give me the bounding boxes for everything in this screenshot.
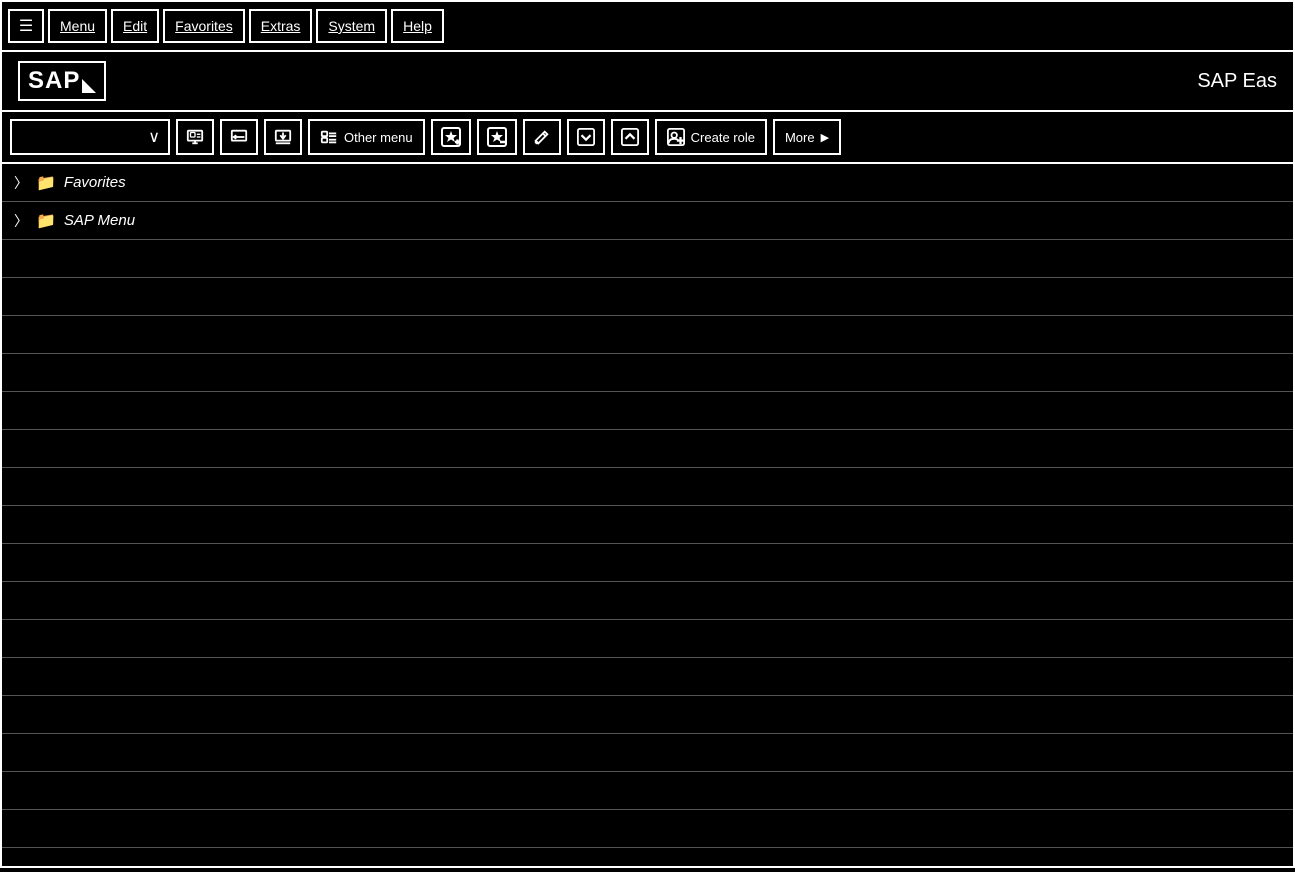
- content-area: 〉 📁 Favorites 〉 📁 SAP Menu: [0, 164, 1295, 868]
- sap-logo-triangle: [82, 79, 96, 93]
- other-menu-icon: [320, 128, 338, 146]
- empty-row: [2, 544, 1293, 582]
- move-up-button[interactable]: [611, 119, 649, 155]
- toolbar-dropdown[interactable]: ∨: [10, 119, 170, 155]
- expand-sap-menu-icon: 〉: [14, 211, 28, 231]
- sap-menu-label: SAP Menu: [64, 212, 135, 229]
- sap-menu-button[interactable]: [176, 119, 214, 155]
- menu-bar: ☰ Menu Edit Favorites Extras System Help: [0, 0, 1295, 52]
- other-menu-label: Other menu: [344, 130, 413, 145]
- chevron-down-icon: [577, 128, 595, 146]
- menu-item-menu[interactable]: Menu: [48, 9, 107, 43]
- more-arrow-icon: ▶: [821, 131, 829, 144]
- empty-row: [2, 430, 1293, 468]
- tree-item-sap-menu[interactable]: 〉 📁 SAP Menu: [2, 202, 1293, 240]
- edit-button[interactable]: [523, 119, 561, 155]
- chevron-down-icon: ∨: [148, 127, 160, 147]
- empty-row: [2, 658, 1293, 696]
- load-button[interactable]: [264, 119, 302, 155]
- create-role-icon: [667, 128, 685, 146]
- favorites-label: Favorites: [64, 174, 126, 191]
- sap-header: SAP SAP Eas: [0, 52, 1295, 112]
- more-button[interactable]: More ▶: [773, 119, 841, 155]
- download-icon: [274, 128, 292, 146]
- pencil-icon: [533, 128, 551, 146]
- folder-favorites-icon: 📁: [36, 173, 56, 193]
- empty-row: [2, 810, 1293, 848]
- empty-row: [2, 772, 1293, 810]
- hamburger-icon: ☰: [19, 16, 33, 36]
- empty-row: [2, 582, 1293, 620]
- sap-logo-box: SAP: [18, 61, 106, 101]
- other-menu-button[interactable]: Other menu: [308, 119, 425, 155]
- more-label: More: [785, 130, 815, 145]
- menu-item-favorites[interactable]: Favorites: [163, 9, 245, 43]
- chevron-up-icon: [621, 128, 639, 146]
- empty-row: [2, 316, 1293, 354]
- back-button[interactable]: [220, 119, 258, 155]
- expand-favorites-icon: 〉: [14, 173, 28, 193]
- empty-row: [2, 354, 1293, 392]
- tree-item-favorites[interactable]: 〉 📁 Favorites: [2, 164, 1293, 202]
- menu-item-help[interactable]: Help: [391, 9, 444, 43]
- sap-logo: SAP: [18, 61, 106, 101]
- hamburger-button[interactable]: ☰: [8, 9, 44, 43]
- tree-area: 〉 📁 Favorites 〉 📁 SAP Menu: [2, 164, 1293, 868]
- menu-item-system[interactable]: System: [316, 9, 387, 43]
- star-add-icon: [441, 127, 461, 147]
- person-screen-icon: [186, 128, 204, 146]
- menu-item-extras[interactable]: Extras: [249, 9, 313, 43]
- back-icon: [230, 128, 248, 146]
- sap-app-title: SAP Eas: [1197, 70, 1277, 93]
- empty-row: [2, 240, 1293, 278]
- create-role-label: Create role: [691, 130, 755, 145]
- empty-row: [2, 696, 1293, 734]
- empty-row: [2, 734, 1293, 772]
- empty-row: [2, 848, 1293, 868]
- toolbar: ∨: [0, 112, 1295, 164]
- empty-row: [2, 278, 1293, 316]
- empty-row: [2, 392, 1293, 430]
- folder-sap-menu-icon: 📁: [36, 211, 56, 231]
- empty-row: [2, 506, 1293, 544]
- move-down-button[interactable]: [567, 119, 605, 155]
- add-favorites-button[interactable]: [431, 119, 471, 155]
- empty-row: [2, 620, 1293, 658]
- create-role-button[interactable]: Create role: [655, 119, 767, 155]
- sap-logo-text: SAP: [28, 67, 80, 95]
- remove-favorites-button[interactable]: [477, 119, 517, 155]
- empty-row: [2, 468, 1293, 506]
- star-remove-icon: [487, 127, 507, 147]
- menu-item-edit[interactable]: Edit: [111, 9, 159, 43]
